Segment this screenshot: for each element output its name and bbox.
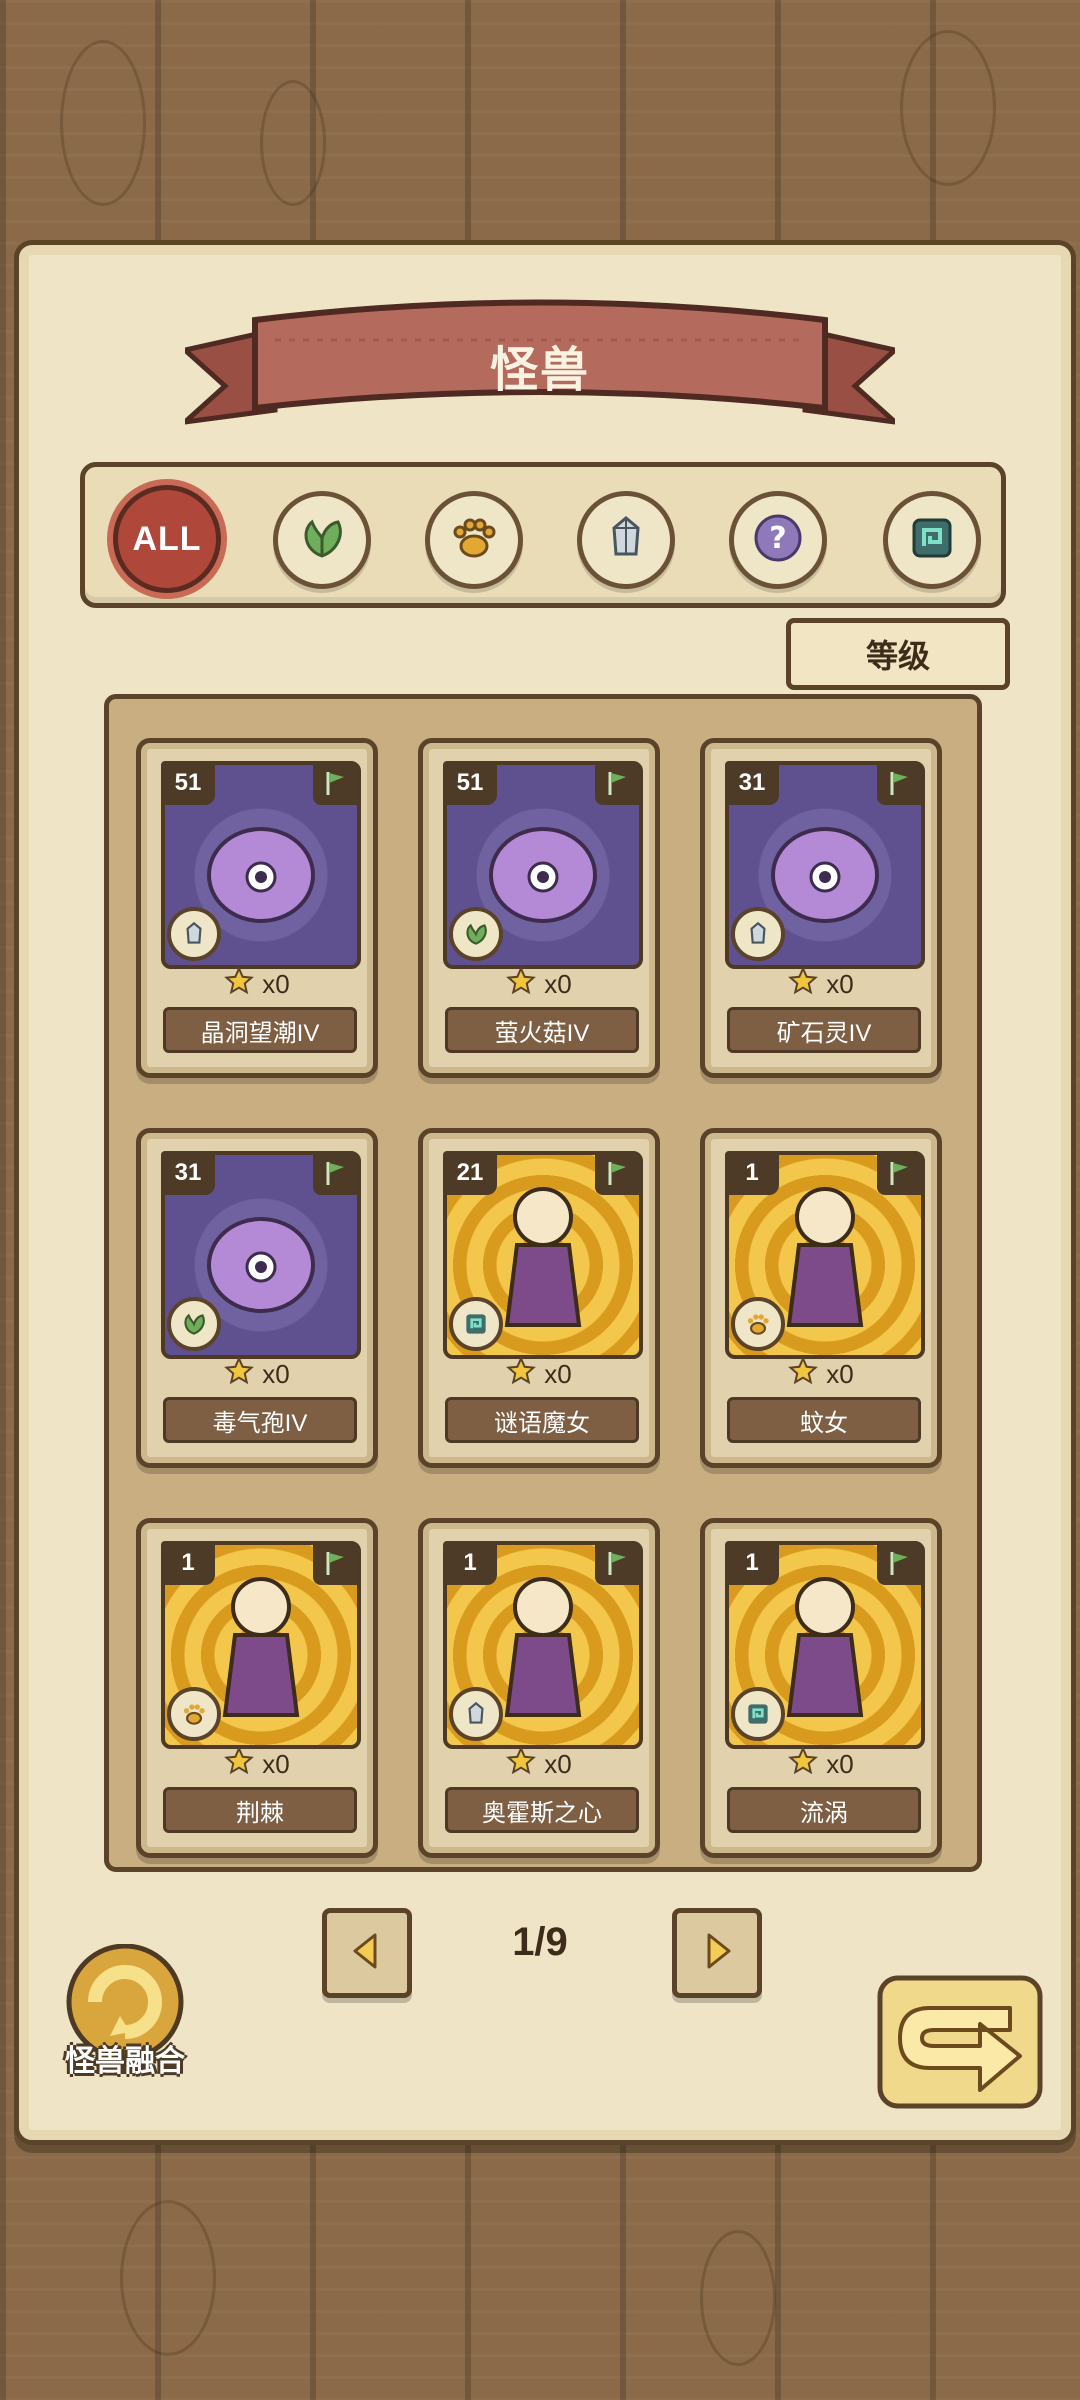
flag-icon[interactable] [595, 761, 639, 805]
back-button[interactable] [870, 1968, 1050, 2118]
star-icon [788, 1355, 819, 1393]
monster-card[interactable]: 1 x0 蚊女 [700, 1128, 942, 1468]
flag-icon[interactable] [877, 1541, 921, 1585]
owned-count: x0 [423, 965, 655, 1003]
star-icon [224, 1355, 255, 1393]
star-icon [224, 965, 255, 1003]
count-text: x0 [262, 1748, 290, 1779]
level-badge: 1 [443, 1541, 497, 1585]
filter-beast-button[interactable] [425, 491, 523, 589]
flag-icon[interactable] [877, 1151, 921, 1195]
monster-card[interactable]: 1 x0 流涡 [700, 1518, 942, 1858]
prev-page-button[interactable] [322, 1908, 412, 1998]
owned-count: x0 [705, 965, 937, 1003]
monster-name: 谜语魔女 [445, 1397, 639, 1443]
count-text: x0 [826, 1748, 854, 1779]
count-text: x0 [262, 968, 290, 999]
monster-name: 晶洞望潮IV [163, 1007, 357, 1053]
question-icon: ? [750, 510, 806, 571]
filter-element-button[interactable] [883, 491, 981, 589]
leaf-icon [167, 1297, 221, 1351]
return-arrow-icon [870, 1975, 1050, 2122]
level-badge: 31 [725, 761, 779, 805]
crystal-icon [731, 907, 785, 961]
level-badge: 1 [725, 1151, 779, 1195]
star-icon [506, 1745, 537, 1783]
monster-card[interactable]: 21 x0 谜语魔女 [418, 1128, 660, 1468]
flag-icon[interactable] [313, 1541, 357, 1585]
owned-count: x0 [423, 1745, 655, 1783]
monster-name: 蚊女 [727, 1397, 921, 1443]
monster-name: 奥霍斯之心 [445, 1787, 639, 1833]
count-text: x0 [544, 1748, 572, 1779]
crystal-icon [449, 1687, 503, 1741]
level-badge: 21 [443, 1151, 497, 1195]
flag-icon[interactable] [313, 761, 357, 805]
monster-card[interactable]: 31 x0 矿石灵IV [700, 738, 942, 1078]
leaf-icon [294, 510, 350, 571]
count-text: x0 [262, 1358, 290, 1389]
level-badge: 31 [161, 1151, 215, 1195]
owned-count: x0 [141, 1355, 373, 1393]
leaf-icon [449, 907, 503, 961]
monster-name: 流涡 [727, 1787, 921, 1833]
sort-label: 等级 [865, 638, 930, 674]
monster-fusion-button[interactable]: 怪兽融合 [50, 1943, 200, 2084]
level-badge: 51 [443, 761, 497, 805]
title-ribbon: 怪兽 [177, 290, 903, 440]
filter-mineral-button[interactable] [577, 491, 675, 589]
arrow-right-icon [695, 1929, 739, 1978]
paw-icon [167, 1687, 221, 1741]
filter-all-button[interactable]: ALL [113, 485, 221, 593]
count-text: x0 [826, 968, 854, 999]
flag-icon[interactable] [595, 1541, 639, 1585]
star-icon [224, 1745, 255, 1783]
crystal-icon [598, 510, 654, 571]
monster-card[interactable]: 31 x0 毒气孢IV [136, 1128, 378, 1468]
level-badge: 1 [161, 1541, 215, 1585]
monster-card[interactable]: 1 x0 荆棘 [136, 1518, 378, 1858]
filter-all-label: ALL [132, 519, 202, 558]
flag-icon[interactable] [595, 1151, 639, 1195]
owned-count: x0 [141, 965, 373, 1003]
count-text: x0 [826, 1358, 854, 1389]
flag-icon[interactable] [877, 761, 921, 805]
fusion-label: 怪兽融合 [65, 2045, 185, 2078]
owned-count: x0 [705, 1745, 937, 1783]
paw-icon [731, 1297, 785, 1351]
arrow-left-icon [345, 1929, 389, 1978]
page-indicator: 1/9 [512, 1920, 568, 1964]
swirl-icon [449, 1297, 503, 1351]
owned-count: x0 [423, 1355, 655, 1393]
paw-icon [446, 510, 502, 571]
star-icon [788, 965, 819, 1003]
owned-count: x0 [705, 1355, 937, 1393]
star-icon [506, 1355, 537, 1393]
level-badge: 51 [161, 761, 215, 805]
monster-card[interactable]: 1 x0 奥霍斯之心 [418, 1518, 660, 1858]
star-icon [506, 965, 537, 1003]
monster-name: 毒气孢IV [163, 1397, 357, 1443]
monster-name: 萤火菇IV [445, 1007, 639, 1053]
swirl-icon [731, 1687, 785, 1741]
filter-unknown-button[interactable]: ? [729, 491, 827, 589]
count-text: x0 [544, 968, 572, 999]
count-text: x0 [544, 1358, 572, 1389]
svg-text:?: ? [769, 521, 786, 556]
page-title: 怪兽 [489, 344, 590, 397]
filter-plant-button[interactable] [273, 491, 371, 589]
owned-count: x0 [141, 1745, 373, 1783]
flag-icon[interactable] [313, 1151, 357, 1195]
crystal-icon [167, 907, 221, 961]
monster-name: 矿石灵IV [727, 1007, 921, 1053]
star-icon [788, 1745, 819, 1783]
category-filter-bar: ALL ? [80, 462, 1006, 608]
monster-name: 荆棘 [163, 1787, 357, 1833]
level-badge: 1 [725, 1541, 779, 1585]
next-page-button[interactable] [672, 1908, 762, 1998]
monster-card[interactable]: 51 x0 萤火菇IV [418, 738, 660, 1078]
swirl-icon [904, 510, 960, 571]
monster-card[interactable]: 51 x0 晶洞望潮IV [136, 738, 378, 1078]
sort-by-level-button[interactable]: 等级 [786, 618, 1010, 690]
